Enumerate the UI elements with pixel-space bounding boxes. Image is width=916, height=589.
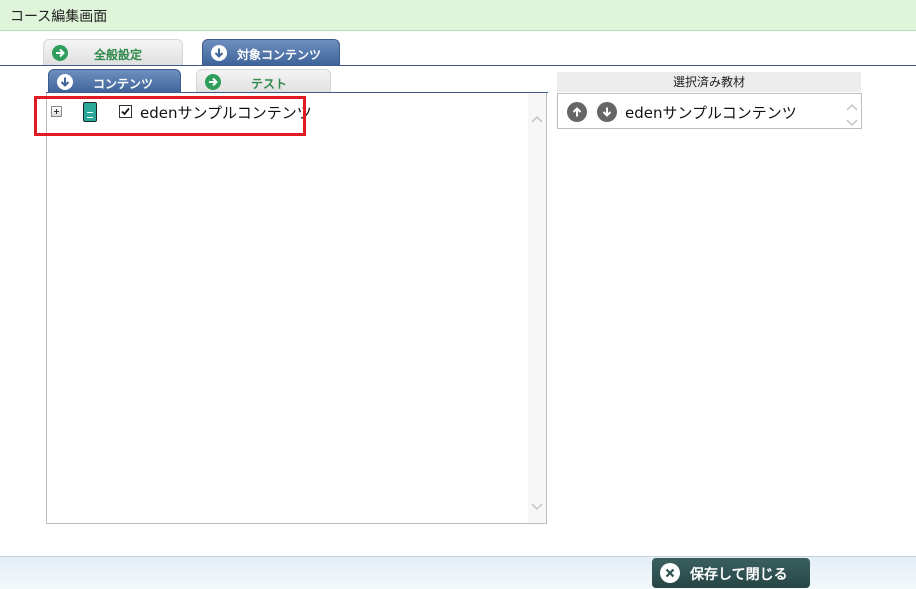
tab-label: 全般設定	[94, 48, 143, 62]
chevron-down-icon[interactable]	[846, 113, 858, 132]
subtab-contents[interactable]: コンテンツ	[48, 69, 181, 93]
subtab-test[interactable]: テスト	[196, 69, 331, 93]
arrow-down-icon	[211, 45, 227, 61]
tree-scrollbar[interactable]	[528, 93, 546, 523]
tab-target-contents[interactable]: 対象コンテンツ	[202, 39, 340, 65]
arrow-down-icon	[57, 74, 73, 90]
move-up-icon[interactable]	[567, 102, 587, 122]
selected-materials-header: 選択済み教材	[557, 72, 861, 92]
highlight-box	[34, 96, 306, 136]
move-down-icon[interactable]	[597, 102, 617, 122]
save-and-close-button[interactable]: 保存して閉じる	[652, 558, 810, 588]
page-title: コース編集画面	[10, 9, 108, 25]
subtab-label: コンテンツ	[93, 77, 154, 91]
content-tree-panel: edenサンプルコンテンツ	[46, 93, 547, 524]
selected-materials-panel: edenサンプルコンテンツ	[557, 93, 862, 129]
tab-label: 対象コンテンツ	[237, 48, 322, 62]
tab-general-settings[interactable]: 全般設定	[43, 39, 183, 65]
selected-item-label: edenサンプルコンテンツ	[625, 104, 797, 122]
subtab-label: テスト	[251, 77, 288, 91]
chevron-down-icon[interactable]	[531, 497, 543, 511]
save-button-label: 保存して閉じる	[690, 567, 788, 583]
arrow-right-icon	[52, 45, 68, 61]
arrow-right-icon	[205, 74, 221, 90]
close-icon	[660, 563, 680, 583]
chevron-up-icon[interactable]	[531, 109, 543, 123]
header-bar: コース編集画面	[0, 0, 916, 31]
